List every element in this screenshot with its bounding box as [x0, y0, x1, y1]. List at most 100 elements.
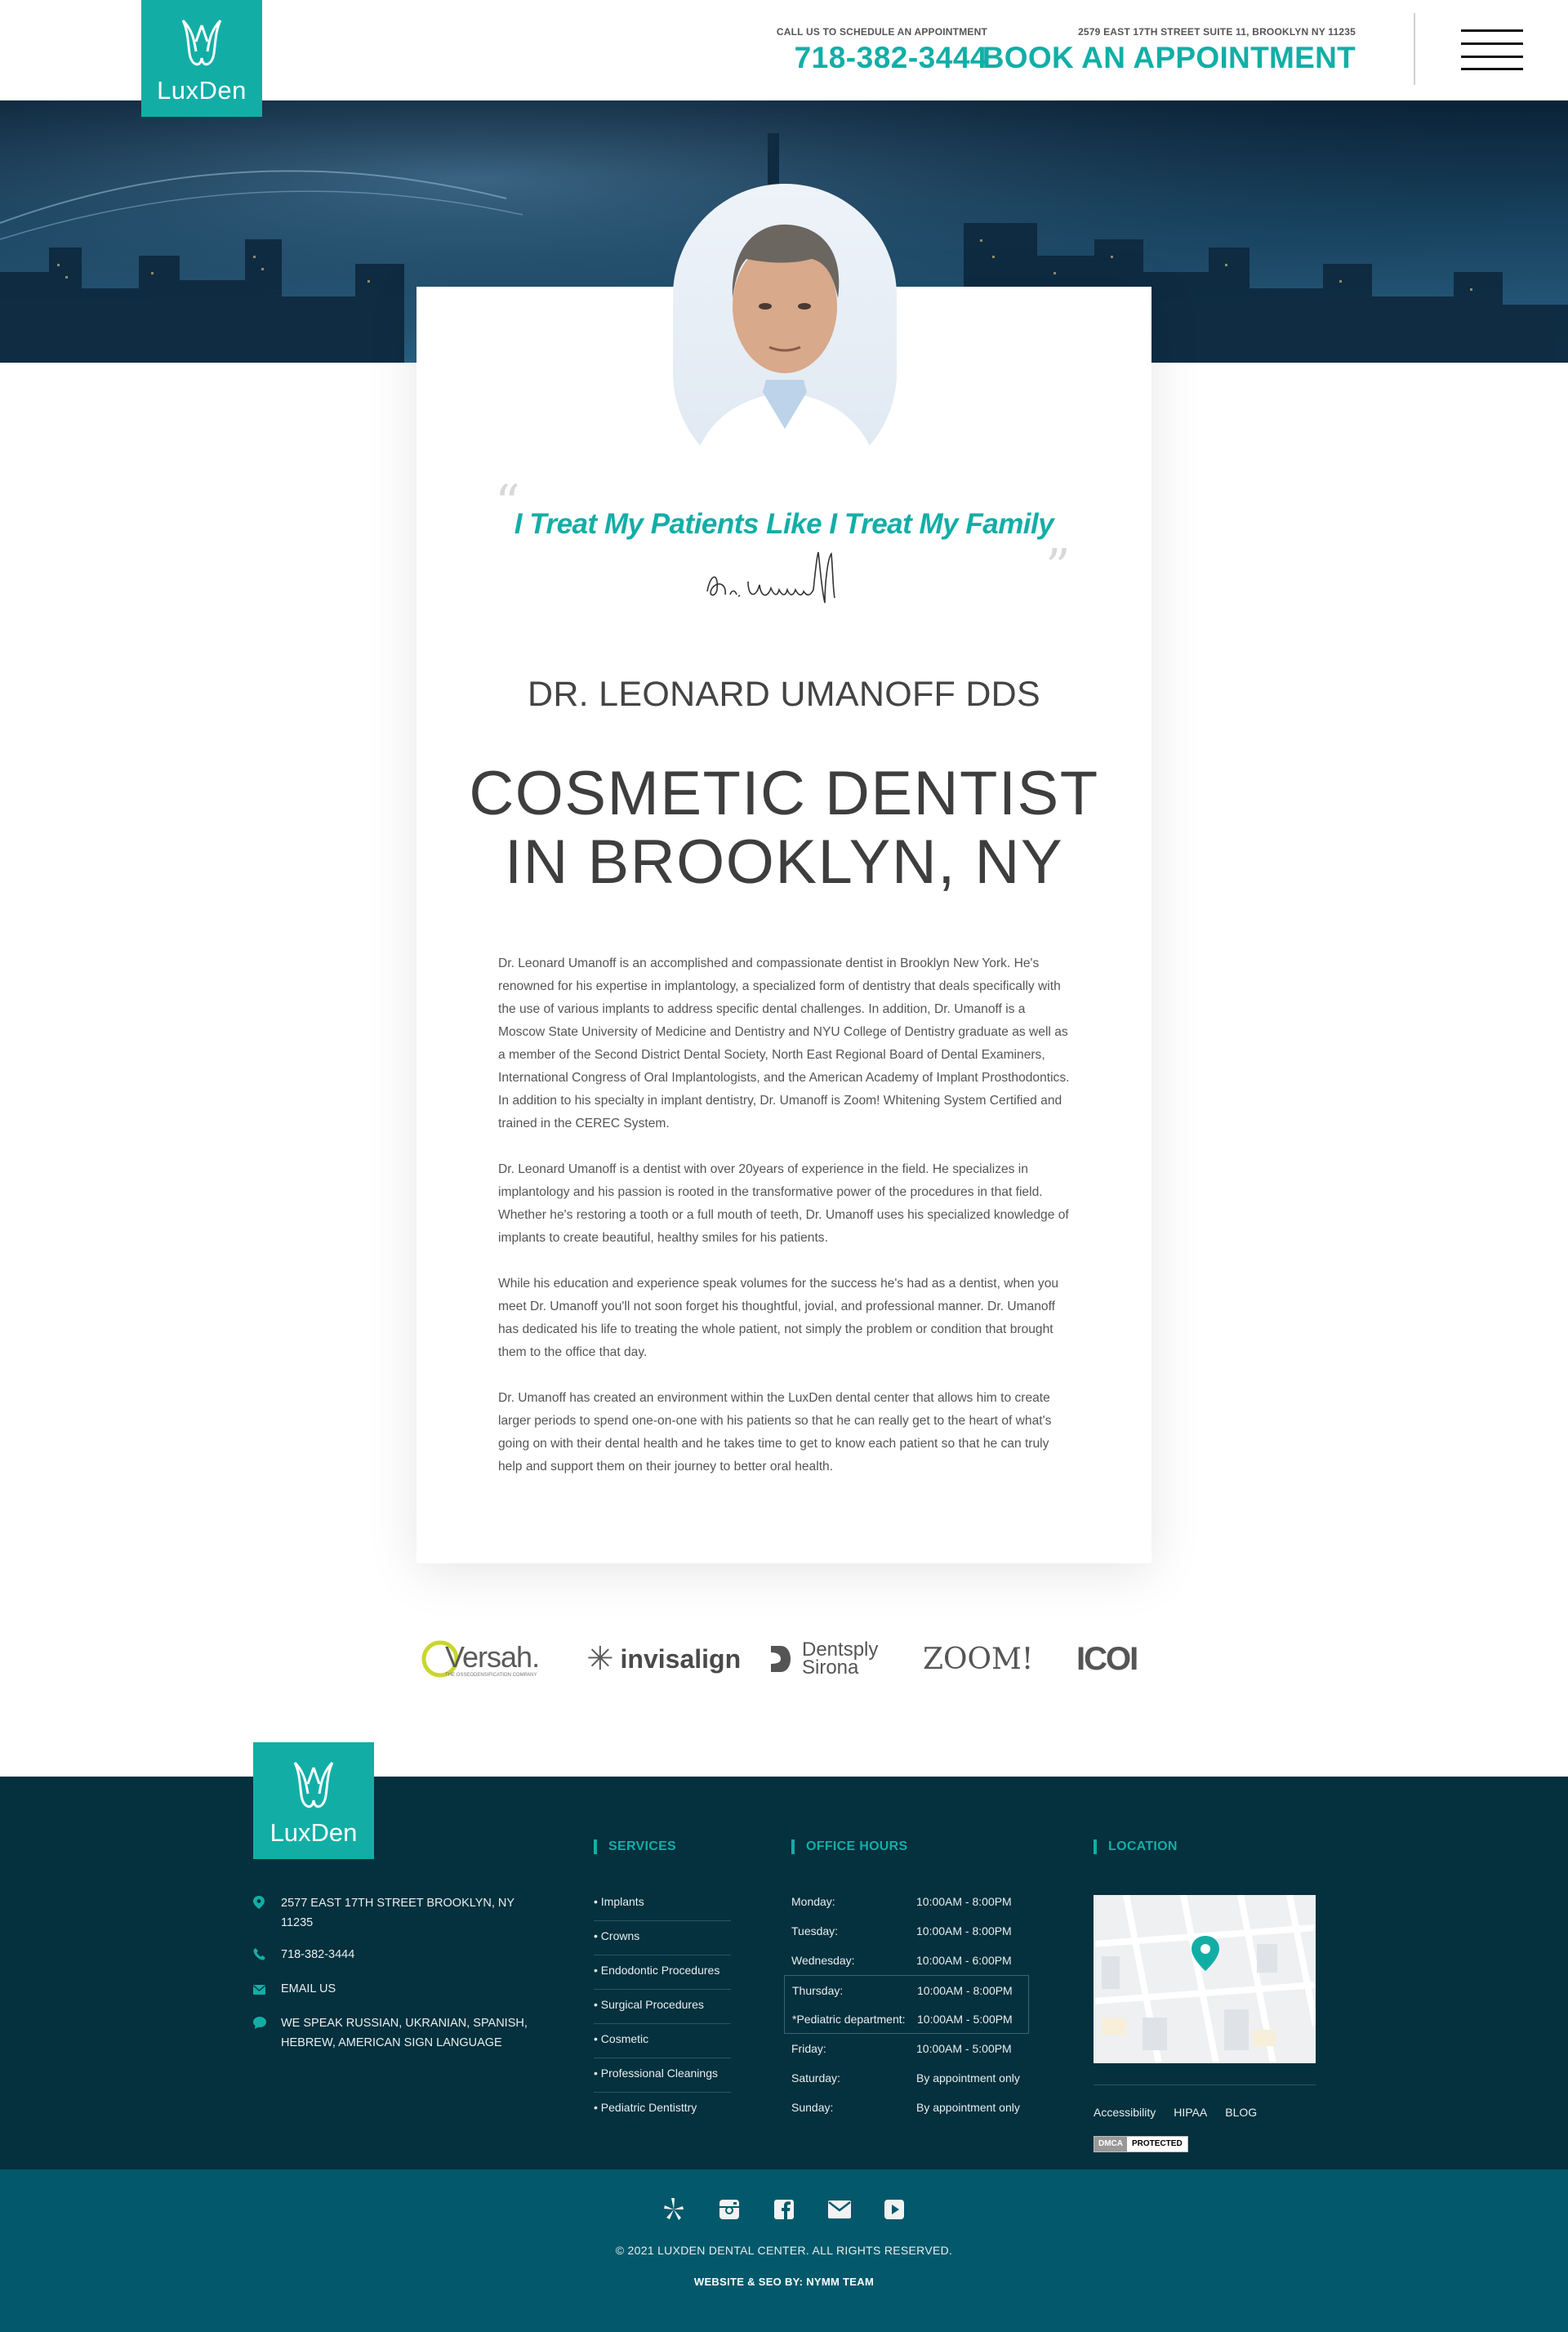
crown-icon [293, 1761, 334, 1808]
hours-row: Thursday: 10:00AM - 8:00PM [784, 1975, 1029, 2004]
hours-day: *Pediatric department: [792, 2012, 906, 2026]
signature-image [702, 549, 866, 618]
hours-day: Wednesday: [791, 1954, 855, 1967]
accessibility-link[interactable]: Accessibility [1094, 2106, 1156, 2119]
icoi-text: ICOI [1076, 1640, 1138, 1677]
hours-day: Tuesday: [791, 1924, 839, 1937]
hours-row: Saturday: By appointment only [784, 2063, 1029, 2093]
map-pin-icon [253, 1893, 281, 1915]
services-title: SERVICES [594, 1839, 676, 1854]
email-icon[interactable] [827, 2197, 852, 2222]
hours-day: Saturday: [791, 2071, 840, 2085]
footer-logo-text: LuxDen [270, 1818, 358, 1847]
logo-text: LuxDen [157, 76, 247, 105]
services-list: • Implants • Crowns • Endodontic Procedu… [594, 1887, 731, 2126]
footer-address-text: 2577 EAST 17TH STREET BROOKLYN, NY 11235 [281, 1897, 514, 1929]
service-link[interactable]: • Implants [594, 1887, 731, 1921]
invisalign-star-icon: ✳ [586, 1641, 614, 1677]
hours-row: Wednesday: 10:00AM - 6:00PM [784, 1946, 1029, 1975]
footer-email-text: EMAIL US [281, 1982, 336, 1995]
footer-contact: 2577 EAST 17TH STREET BROOKLYN, NY 11235… [253, 1893, 547, 2065]
invisalign-logo: ✳ invisalign [586, 1632, 741, 1686]
youtube-icon[interactable] [882, 2197, 906, 2222]
hours-time: 10:00AM - 6:00PM [916, 1954, 1012, 1967]
social-links [662, 2197, 906, 2222]
sirona-text: Sirona [802, 1656, 859, 1679]
chat-bubble-icon [253, 2013, 281, 2035]
icoi-logo: ICOI [1076, 1632, 1138, 1686]
hours-day: Monday: [791, 1895, 835, 1908]
instagram-icon[interactable] [717, 2197, 742, 2222]
blog-link[interactable]: BLOG [1225, 2106, 1257, 2119]
footer-email[interactable]: EMAIL US [253, 1979, 547, 2001]
bio-paragraph: Dr. Leonard Umanoff is an accomplished a… [498, 956, 1070, 1130]
location-title: LOCATION [1094, 1839, 1178, 1854]
zoom-text: ZOOM! [923, 1642, 1034, 1676]
doctor-photo [689, 224, 880, 484]
dmca-protected-label: PROTECTED [1127, 2137, 1187, 2151]
page-title-line-1: COSMETIC DENTIST [469, 759, 1099, 828]
facebook-icon[interactable] [772, 2197, 796, 2222]
hours-row: Sunday: By appointment only [784, 2093, 1029, 2122]
call-label: CALL US TO SCHEDULE AN APPOINTMENT [776, 26, 987, 38]
page-title-line-2: IN BROOKLYN, NY [504, 827, 1064, 897]
header-phone-link[interactable]: 718-382-3444 [777, 41, 987, 75]
crown-icon [181, 19, 222, 66]
service-link[interactable]: • Professional Cleanings [594, 2058, 731, 2093]
hours-time: 10:00AM - 5:00PM [917, 2012, 1013, 2026]
versah-text: Versah. [445, 1640, 540, 1674]
page-title: COSMETIC DENTIST IN BROOKLYN, NY [416, 760, 1152, 897]
hours-row: Tuesday: 10:00AM - 8:00PM [784, 1916, 1029, 1946]
doctor-name: DR. LEONARD UMANOFF DDS [527, 675, 1041, 714]
dmca-badge[interactable]: DMCA PROTECTED [1094, 2136, 1188, 2152]
footer-logo[interactable]: LuxDen [253, 1742, 374, 1859]
yelp-icon[interactable] [662, 2197, 686, 2222]
hours-row: Friday: 10:00AM - 5:00PM [784, 2034, 1029, 2063]
footer-languages-text: WE SPEAK RUSSIAN, UKRANIAN, SPANISH, HEB… [281, 2017, 528, 2049]
bio-paragraph: While his education and experience speak… [498, 1277, 1059, 1359]
tagline: I Treat My Patients Like I Treat My Fami… [514, 508, 1054, 540]
footer-phone[interactable]: 718-382-3444 [253, 1945, 547, 1967]
credits-link[interactable]: WEBSITE & SEO BY: NYMM TEAM [0, 2276, 1568, 2288]
bio-paragraph: Dr. Umanoff has created an environment w… [498, 1391, 1052, 1474]
hours-time: By appointment only [916, 2071, 1020, 2085]
book-appointment-link[interactable]: BOOK AN APPOINTMENT [982, 41, 1356, 75]
hours-time: By appointment only [916, 2101, 1020, 2114]
header-divider [1414, 13, 1415, 85]
hipaa-link[interactable]: HIPAA [1174, 2106, 1207, 2119]
service-link[interactable]: • Endodontic Procedures [594, 1955, 731, 1990]
doctor-portrait [673, 184, 897, 484]
office-hours-title: OFFICE HOURS [791, 1839, 908, 1854]
zoom-logo: ZOOM! [923, 1632, 1033, 1686]
hours-time: 10:00AM - 8:00PM [916, 1895, 1012, 1908]
header-logo[interactable]: LuxDen [141, 0, 262, 117]
hours-day: Thursday: [792, 1983, 844, 1997]
office-hours-table: Monday: 10:00AM - 8:00PM Tuesday: 10:00AM … [784, 1887, 1029, 2122]
hamburger-menu-icon[interactable] [1461, 29, 1523, 70]
dentsply-icon [771, 1646, 791, 1672]
hours-row: Monday: 10:00AM - 8:00PM [784, 1887, 1029, 1916]
service-link[interactable]: • Cosmetic [594, 2024, 731, 2058]
footer-links: Accessibility HIPAA BLOG [1094, 2106, 1257, 2119]
footer-phone-text: 718-382-3444 [281, 1948, 355, 1961]
hours-time: 10:00AM - 8:00PM [916, 1924, 1012, 1937]
header-address: 2579 EAST 17TH STREET SUITE 11, BROOKLYN… [1078, 26, 1356, 38]
call-block: CALL US TO SCHEDULE AN APPOINTMENT 718-3… [777, 26, 987, 75]
hours-row: *Pediatric department: 10:00AM - 5:00PM [784, 2004, 1029, 2034]
footer-address[interactable]: 2577 EAST 17TH STREET BROOKLYN, NY 11235 [253, 1893, 547, 1933]
close-quote-icon: ” [1045, 539, 1071, 596]
location-map[interactable] [1094, 1895, 1316, 2063]
service-link[interactable]: • Surgical Procedures [594, 1990, 731, 2024]
hours-day: Friday: [791, 2042, 826, 2055]
service-link[interactable]: • Pediatric Dentisttry [594, 2093, 731, 2126]
copyright-text: © 2021 LUXDEN DENTAL CENTER. ALL RIGHTS … [615, 2244, 953, 2257]
address-block: 2579 EAST 17TH STREET SUITE 11, BROOKLYN… [982, 26, 1356, 75]
versah-logo: Versah. THE OSSEODENSIFICATION COMPANY [421, 1632, 540, 1686]
service-link[interactable]: • Crowns [594, 1921, 731, 1955]
partner-logos: Versah. THE OSSEODENSIFICATION COMPANY ✳… [416, 1632, 1152, 1686]
versah-subtext: THE OSSEODENSIFICATION COMPANY [445, 1673, 537, 1678]
phone-icon [253, 1945, 281, 1967]
bio-paragraph: Dr. Leonard Umanoff is a dentist with ov… [498, 1162, 1069, 1245]
hours-day: Sunday: [791, 2101, 834, 2114]
dentsply-sirona-logo: Dentsply Sirona [769, 1632, 878, 1686]
